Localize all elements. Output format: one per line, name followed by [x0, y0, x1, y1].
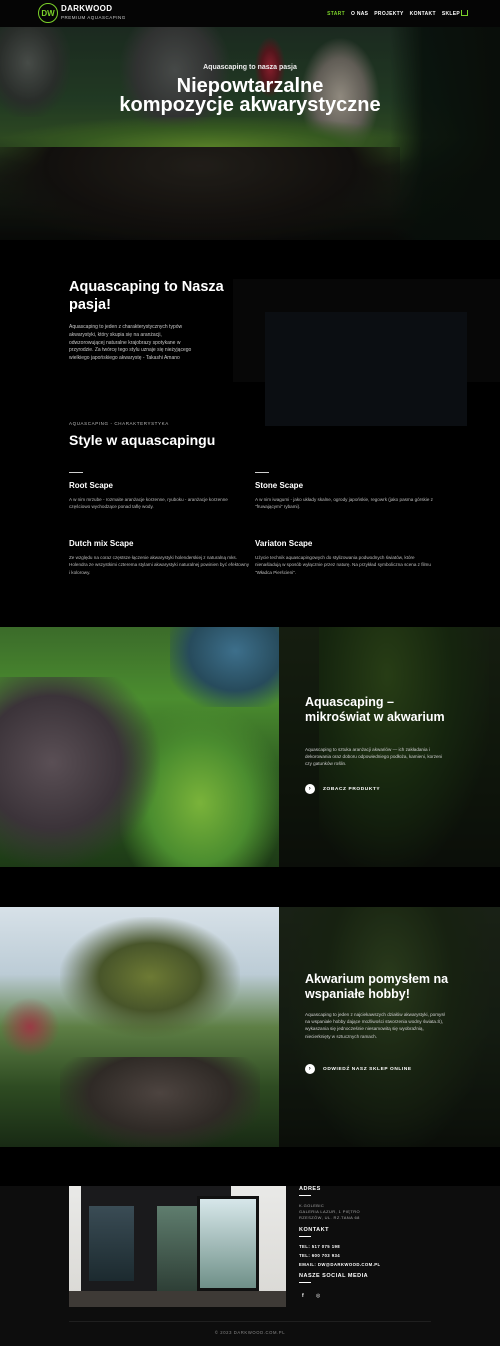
- feature1-text: Aquascaping to sztuka aranżacji akwariów…: [305, 747, 443, 767]
- style-name: Variaton Scape: [255, 539, 313, 548]
- instagram-icon[interactable]: ◎: [316, 1293, 320, 1299]
- hero-kicker: Aquascaping to nasza pasja: [203, 64, 297, 71]
- shop-window: [157, 1206, 197, 1291]
- top-nav: DW DARKWOOD PREMIUM AQUASCAPING START O …: [0, 0, 500, 27]
- intro-text: Aquascaping to jeden z charakterystyczny…: [69, 324, 192, 362]
- phone-label: TEL:: [299, 1244, 311, 1249]
- style-name: Dutch mix Scape: [69, 539, 134, 548]
- logo-icon[interactable]: DW: [38, 3, 58, 23]
- shop-photo: [69, 1186, 286, 1307]
- style-desc: Użycie technik aquascapingowych do styli…: [255, 555, 431, 575]
- menu-item-sklep[interactable]: SKLEP: [442, 11, 460, 17]
- hero-title: Niepowtarzalne kompozycje akwarystyczne: [0, 76, 500, 116]
- phone-label: TEL:: [299, 1253, 311, 1258]
- style-item-variation: Variaton Scape Użycie technik aquascapin…: [255, 539, 435, 576]
- feature2-cta-label: ODWIEDŹ NASZ SKLEP ONLINE: [323, 1066, 412, 1072]
- feature2-title: Akwarium pomysłem na wspaniałe hobby!: [305, 972, 449, 1001]
- hero-overlay: [0, 27, 500, 240]
- style-item-dutch: Dutch mix Scape Ze względu na coraz częs…: [69, 539, 249, 576]
- address-heading: ADRES: [299, 1186, 321, 1192]
- main-menu: START O NAS PROJEKTY KONTAKT SKLEP: [327, 11, 460, 17]
- style-desc: A w nim iwagumi - jako układy skalne, og…: [255, 497, 433, 510]
- menu-item-start[interactable]: START: [327, 11, 345, 17]
- email-address[interactable]: DW@DARKWOOD.COM.PL: [318, 1262, 381, 1267]
- facebook-icon[interactable]: f: [302, 1293, 304, 1299]
- video-player[interactable]: [265, 312, 467, 426]
- style-desc: Ze względu na coraz częstsze łączenie ak…: [69, 555, 249, 575]
- brand-name[interactable]: DARKWOOD: [61, 4, 112, 13]
- social-heading: NASZE SOCIAL MEDIA: [299, 1273, 369, 1279]
- contact-divider: [299, 1236, 311, 1237]
- address-line: RZESZÓW, UL. RZ.TANA 68: [299, 1215, 360, 1220]
- phone-line-2[interactable]: TEL: 600 703 934: [299, 1253, 340, 1258]
- address-divider: [299, 1195, 311, 1196]
- brand-tagline: PREMIUM AQUASCAPING: [61, 15, 126, 20]
- cart-icon[interactable]: [461, 10, 468, 16]
- feature1-water: [170, 627, 279, 707]
- phone-line-1[interactable]: TEL: 517 075 198: [299, 1244, 340, 1249]
- hero-title-line2: kompozycje akwarystyczne: [119, 94, 381, 116]
- style-divider: [69, 472, 83, 473]
- feature1-title: Aquascaping – mikroświat w akwarium: [305, 695, 445, 724]
- copyright: © 2023 DARKWOOD.COM.PL: [214, 1330, 286, 1335]
- style-divider: [255, 472, 269, 473]
- feature1-image: [0, 627, 279, 867]
- feature1-cta-label: ZOBACZ PRODUKTY: [323, 786, 381, 792]
- feature1-cta-button[interactable]: › ZOBACZ PRODUKTY: [305, 784, 380, 794]
- intro-title: Aquascaping to Nasza pasja!: [69, 279, 224, 313]
- contact-heading: KONTAKT: [299, 1227, 329, 1233]
- style-item-root: Root Scape A w nim mrzube - rozmaite ara…: [69, 472, 249, 511]
- menu-item-kontakt[interactable]: KONTAKT: [410, 11, 436, 17]
- shop-window: [197, 1196, 259, 1291]
- phone-number[interactable]: 517 075 198: [312, 1244, 340, 1249]
- footer-divider: [69, 1321, 431, 1322]
- hero-banner: [0, 27, 500, 240]
- feature2-red-plant: [0, 997, 60, 1057]
- email-line[interactable]: EMAIL: DW@DARKWOOD.COM.PL: [299, 1262, 381, 1267]
- shop-window: [89, 1206, 134, 1281]
- social-divider: [299, 1282, 311, 1283]
- feature2-image: [0, 907, 279, 1147]
- feature1-rock: [0, 677, 160, 867]
- menu-item-projekty[interactable]: PROJEKTY: [374, 11, 403, 17]
- feature2-text: Aquascaping to jeden z najciekawszych dz…: [305, 1012, 445, 1039]
- styles-title: Style w aquascapingu: [69, 432, 216, 448]
- menu-item-o-nas[interactable]: O NAS: [351, 11, 368, 17]
- arrow-right-icon: ›: [305, 784, 315, 794]
- styles-kicker: AQUASCAPING - CHARAKTERYSTYKA: [69, 421, 169, 426]
- shop-floor: [69, 1291, 286, 1307]
- style-item-stone: Stone Scape A w nim iwagumi - jako układ…: [255, 472, 435, 511]
- style-name: Stone Scape: [255, 481, 304, 490]
- feature2-branch: [60, 917, 240, 1037]
- email-label: EMAIL:: [299, 1262, 317, 1267]
- phone-number[interactable]: 600 703 934: [312, 1253, 340, 1258]
- style-name: Root Scape: [69, 481, 114, 490]
- style-desc: A w nim mrzube - rozmaite aranżacje korz…: [69, 497, 228, 510]
- feature2-cta-button[interactable]: › ODWIEDŹ NASZ SKLEP ONLINE: [305, 1064, 412, 1074]
- feature2-rocks: [60, 1057, 260, 1147]
- arrow-right-icon: ›: [305, 1064, 315, 1074]
